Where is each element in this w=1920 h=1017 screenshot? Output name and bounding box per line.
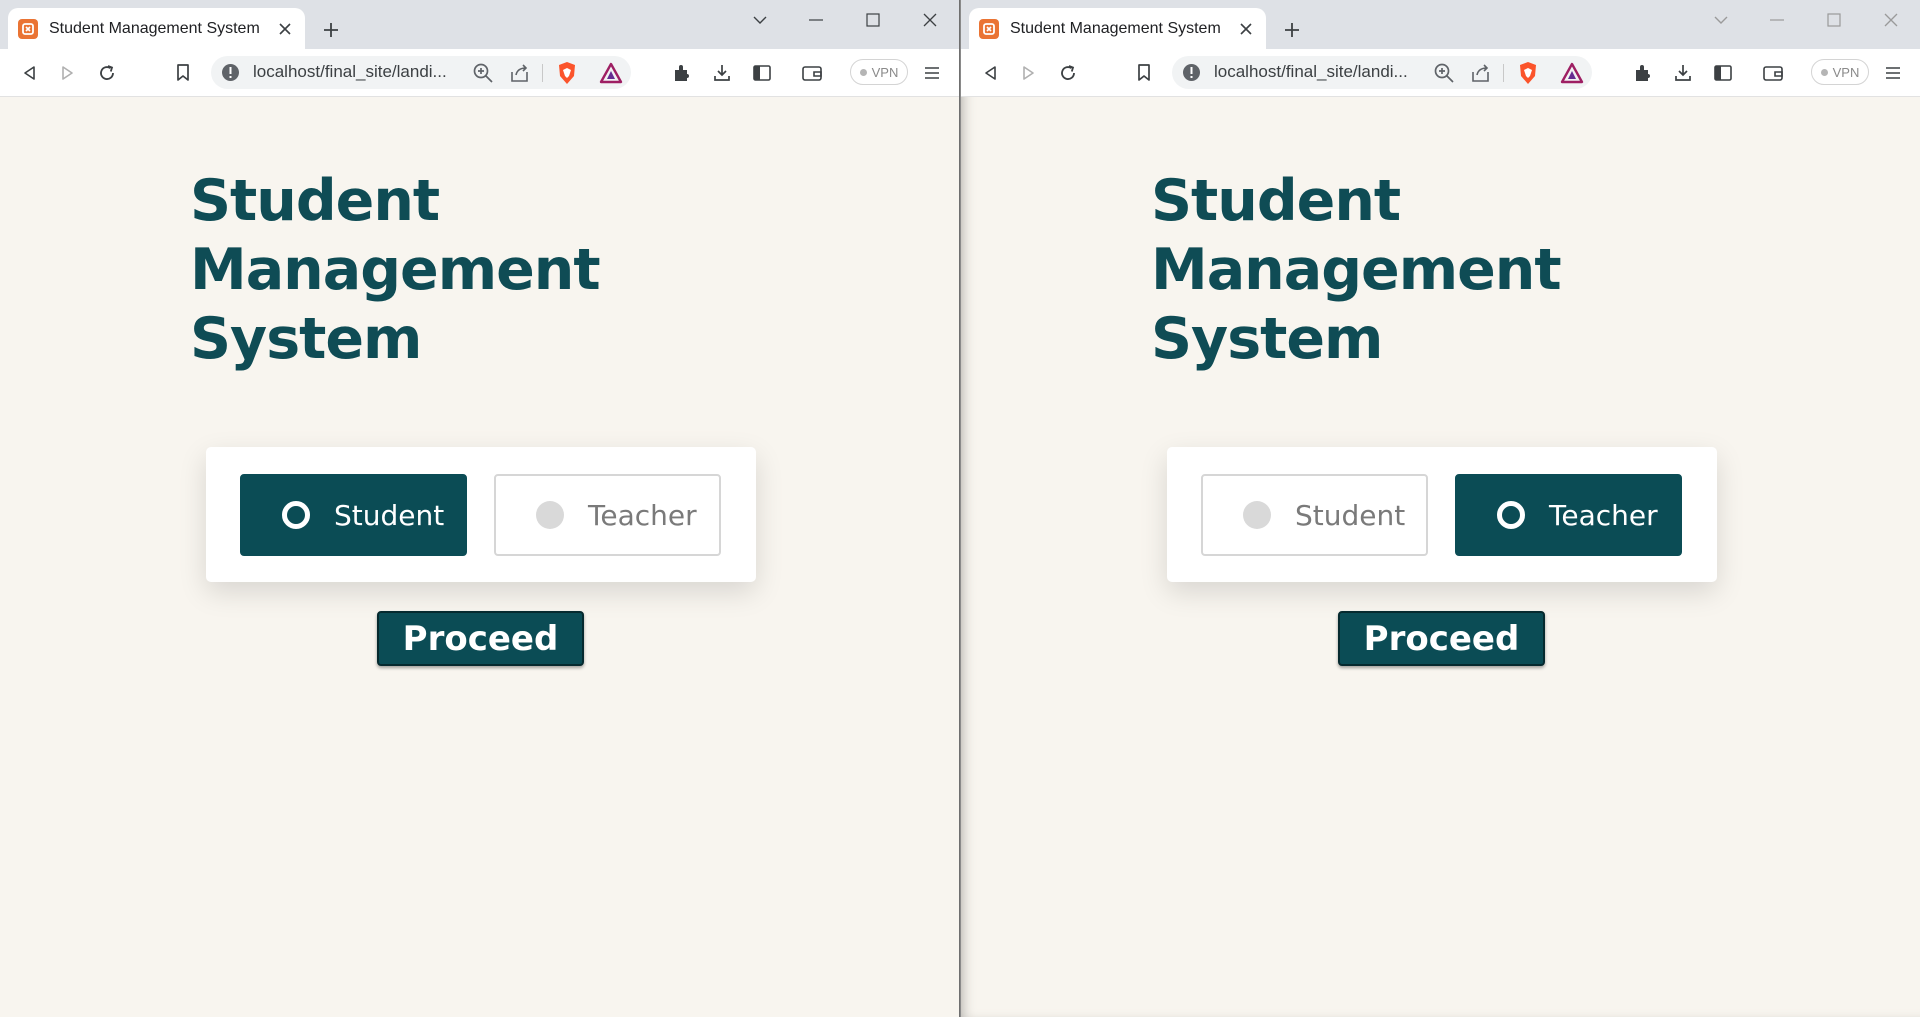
new-tab-icon[interactable]	[1279, 17, 1305, 43]
role-option-label: Teacher	[588, 498, 697, 532]
sidebar-icon[interactable]	[748, 59, 776, 87]
minimize-icon[interactable]	[1757, 8, 1797, 32]
menu-icon[interactable]	[1879, 59, 1907, 87]
vpn-label: VPN	[1832, 64, 1860, 80]
reload-icon[interactable]	[93, 59, 121, 87]
role-selector-card: Student Teacher	[1167, 447, 1717, 582]
radio-selected-icon[interactable]	[282, 501, 310, 529]
address-bar[interactable]: localhost/final_site/landi...	[1172, 56, 1592, 89]
browser-toolbar: localhost/final_site/landi... VPN	[961, 49, 1920, 97]
xampp-icon	[979, 18, 999, 39]
radio-unselected-icon[interactable]	[1243, 501, 1271, 529]
page-content: Student Management System Student Teache…	[0, 97, 959, 1017]
sidebar-icon[interactable]	[1709, 59, 1737, 87]
maximize-icon[interactable]	[1814, 8, 1854, 32]
vpn-label: VPN	[871, 64, 899, 80]
brave-shields-icon[interactable]	[1517, 61, 1539, 85]
proceed-button[interactable]: Proceed	[1338, 611, 1545, 666]
tab-search-chevron-icon[interactable]	[1701, 8, 1741, 32]
role-option-student[interactable]: Student	[1201, 474, 1428, 556]
forward-icon[interactable]	[1015, 59, 1043, 87]
back-icon[interactable]	[15, 59, 43, 87]
tab-search-chevron-icon[interactable]	[740, 8, 780, 32]
maximize-icon[interactable]	[853, 8, 893, 32]
url-text[interactable]: localhost/final_site/landi...	[1214, 62, 1408, 82]
vpn-status-dot	[859, 68, 867, 76]
page-title: Student Management System	[1151, 168, 1562, 372]
role-option-teacher[interactable]: Teacher	[494, 474, 721, 556]
downloads-icon[interactable]	[1669, 59, 1697, 87]
role-option-teacher[interactable]: Teacher	[1455, 474, 1682, 556]
tab-strip: Student Management System	[961, 0, 1920, 49]
radio-selected-icon[interactable]	[1497, 501, 1525, 529]
divider	[542, 64, 543, 82]
radio-unselected-icon[interactable]	[536, 501, 564, 529]
forward-icon[interactable]	[54, 59, 82, 87]
minimize-icon[interactable]	[796, 8, 836, 32]
close-window-icon[interactable]	[910, 8, 950, 32]
url-text[interactable]: localhost/final_site/landi...	[253, 62, 447, 82]
downloads-icon[interactable]	[708, 59, 736, 87]
tab-strip: Student Management System	[0, 0, 959, 49]
bookmark-icon[interactable]	[1130, 59, 1158, 87]
zoom-icon[interactable]	[1433, 62, 1455, 84]
role-selector-card: Student Teacher	[206, 447, 756, 582]
close-window-icon[interactable]	[1871, 8, 1911, 32]
page-content: Student Management System Student Teache…	[961, 97, 1920, 1017]
brave-rewards-icon[interactable]	[599, 62, 623, 84]
role-option-student[interactable]: Student	[240, 474, 467, 556]
reload-icon[interactable]	[1054, 59, 1082, 87]
extensions-icon[interactable]	[668, 59, 696, 87]
brave-rewards-icon[interactable]	[1560, 62, 1584, 84]
menu-icon[interactable]	[918, 59, 946, 87]
vpn-button[interactable]: VPN	[850, 59, 908, 85]
role-option-label: Teacher	[1549, 498, 1658, 532]
wallet-icon[interactable]	[1759, 59, 1787, 87]
proceed-button[interactable]: Proceed	[377, 611, 584, 666]
divider	[1503, 64, 1504, 82]
share-icon[interactable]	[1470, 62, 1492, 84]
browser-tab[interactable]: Student Management System	[969, 8, 1266, 49]
tab-title: Student Management System	[1010, 19, 1221, 37]
share-icon[interactable]	[509, 62, 531, 84]
wallet-icon[interactable]	[798, 59, 826, 87]
role-option-label: Student	[1295, 498, 1406, 532]
vpn-button[interactable]: VPN	[1811, 59, 1869, 85]
browser-window-right: Student Management System localhost/fina…	[961, 0, 1920, 1017]
close-tab-icon[interactable]	[1236, 19, 1256, 39]
browser-tab[interactable]: Student Management System	[8, 8, 305, 49]
extensions-icon[interactable]	[1629, 59, 1657, 87]
new-tab-icon[interactable]	[318, 17, 344, 43]
xampp-icon	[18, 18, 38, 39]
vpn-status-dot	[1820, 68, 1828, 76]
address-bar[interactable]: localhost/final_site/landi...	[211, 56, 631, 89]
close-tab-icon[interactable]	[275, 19, 295, 39]
site-info-icon[interactable]	[221, 63, 240, 82]
brave-shields-icon[interactable]	[556, 61, 578, 85]
bookmark-icon[interactable]	[169, 59, 197, 87]
browser-window-left: Student Management System localhost/fina…	[0, 0, 960, 1017]
site-info-icon[interactable]	[1182, 63, 1201, 82]
page-title: Student Management System	[190, 168, 601, 372]
back-icon[interactable]	[976, 59, 1004, 87]
zoom-icon[interactable]	[472, 62, 494, 84]
browser-toolbar: localhost/final_site/landi... VPN	[0, 49, 959, 97]
role-option-label: Student	[334, 498, 445, 532]
tab-title: Student Management System	[49, 19, 260, 37]
